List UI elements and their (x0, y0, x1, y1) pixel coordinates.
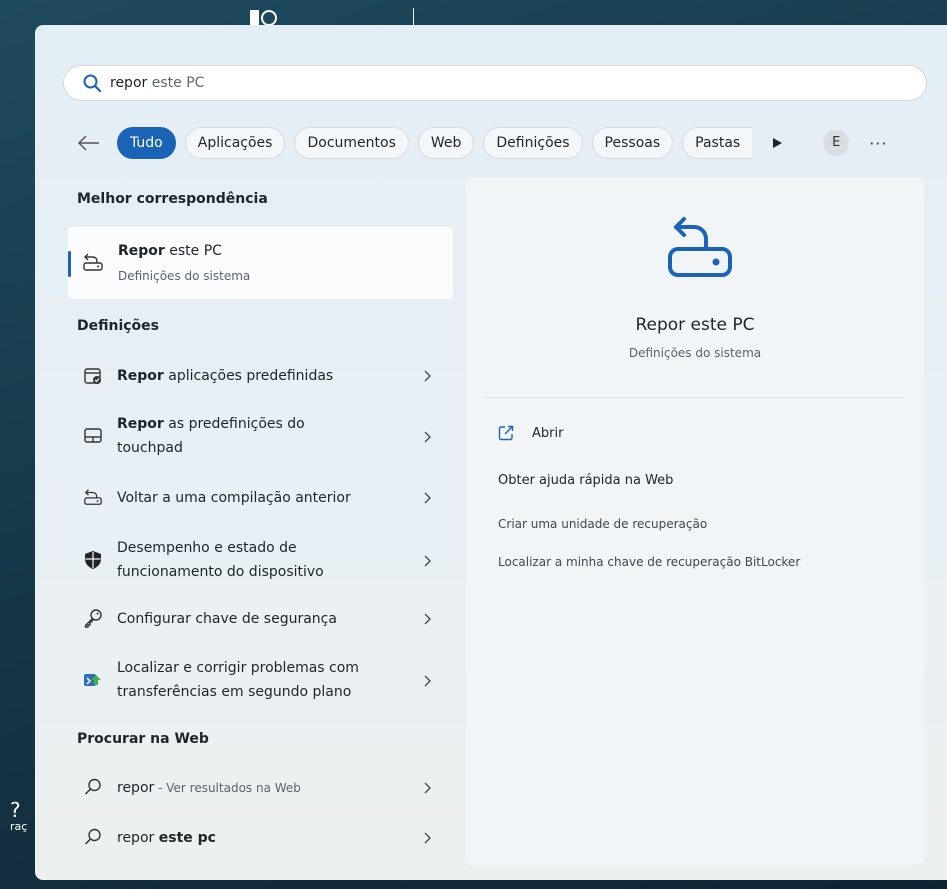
chevron-right-icon (424, 832, 431, 844)
filter-tabs: Tudo Aplicações Documentos Web Definiçõe… (75, 126, 887, 160)
chevron-right-icon (424, 613, 431, 625)
scroll-right-icon[interactable] (771, 137, 783, 149)
best-match-item[interactable]: Repor este PC Definições do sistema (68, 227, 453, 299)
selection-indicator (68, 251, 71, 277)
touchpad-icon (84, 428, 102, 443)
tab-aplicacoes[interactable]: Aplicações (184, 127, 286, 159)
settings-item-previous-build[interactable]: Voltar a uma compilação anterior (75, 484, 445, 512)
settings-item-default-apps[interactable]: Repor aplicações predefinidas (75, 362, 445, 390)
settings-item-label: Repor aplicações predefinidas (117, 368, 334, 384)
settings-heading: Definições (77, 318, 160, 334)
recovery-icon (83, 253, 103, 271)
desktop-icon: ? (10, 798, 21, 822)
divider (484, 397, 904, 398)
settings-item-touchpad[interactable]: Repor as predefinições do touchpad (75, 410, 445, 462)
search-input[interactable]: repor este PC (63, 65, 927, 101)
tab-definicoes[interactable]: Definições (483, 127, 583, 159)
tab-pastas[interactable]: Pastas (682, 127, 753, 159)
settings-item-label: Localizar e corrigir problemas com trans… (117, 660, 359, 700)
avatar[interactable]: E (823, 130, 850, 156)
chevron-right-icon (424, 492, 431, 504)
settings-item-label: Voltar a uma compilação anterior (117, 490, 351, 506)
web-result-item[interactable]: repor - Ver resultados na Web (75, 774, 445, 802)
recovery-drive-link[interactable]: Criar uma unidade de recuperação (498, 517, 707, 531)
settings-item-label: Configurar chave de segurança (117, 611, 337, 627)
tab-web[interactable]: Web (417, 127, 475, 159)
chevron-right-icon (424, 555, 431, 567)
preview-subtitle: Definições do sistema (628, 346, 762, 360)
settings-item-label: Repor as predefinições do touchpad (117, 416, 305, 456)
best-match-title: Repor este PC (118, 243, 222, 259)
web-result-label: repor este pc (117, 830, 216, 846)
desktop-icon-label[interactable]: ? raç (10, 800, 27, 833)
shield-icon (85, 551, 101, 569)
web-result-item[interactable]: repor este pc (75, 824, 445, 852)
tab-pessoas[interactable]: Pessoas (591, 127, 674, 159)
chevron-right-icon (424, 675, 431, 687)
open-button[interactable]: Abrir (498, 425, 563, 441)
settings-item-label: Desempenho e estado de funcionamento do … (117, 540, 324, 580)
web-heading: Procurar na Web (77, 731, 209, 747)
best-match-heading: Melhor correspondência (77, 191, 268, 207)
chevron-right-icon (424, 782, 431, 794)
chevron-right-icon (424, 370, 431, 382)
settings-item-background-transfers[interactable]: Localizar e corrigir problemas com trans… (75, 654, 445, 706)
search-icon (84, 778, 101, 795)
key-icon (84, 609, 102, 628)
back-arrow-icon[interactable] (75, 133, 103, 153)
recovery-icon (84, 489, 102, 505)
search-icon (84, 828, 101, 845)
web-result-label: repor - Ver resultados na Web (117, 780, 301, 796)
best-match-subtitle: Definições do sistema (118, 269, 251, 283)
tab-tudo[interactable]: Tudo (117, 127, 176, 159)
search-panel: repor este PC Tudo Aplicações Documentos… (35, 25, 947, 880)
settings-item-device-health[interactable]: Desempenho e estado de funcionamento do … (75, 534, 445, 586)
search-query: repor este PC (110, 75, 205, 91)
preview-pane: Repor este PC Definições do sistema Abri… (466, 177, 924, 865)
recovery-icon (668, 217, 732, 277)
transfer-icon (84, 674, 101, 686)
default-apps-icon (84, 368, 101, 384)
settings-item-security-key[interactable]: Configurar chave de segurança (75, 605, 445, 633)
open-external-icon (498, 425, 514, 441)
bitlocker-key-link[interactable]: Localizar a minha chave de recuperação B… (498, 555, 800, 569)
more-options-button[interactable]: ··· (869, 134, 887, 153)
chevron-right-icon (424, 431, 431, 443)
search-icon (83, 74, 102, 93)
preview-title: Repor este PC (635, 315, 755, 335)
web-help-link[interactable]: Obter ajuda rápida na Web (498, 473, 673, 488)
tab-documentos[interactable]: Documentos (294, 127, 409, 159)
